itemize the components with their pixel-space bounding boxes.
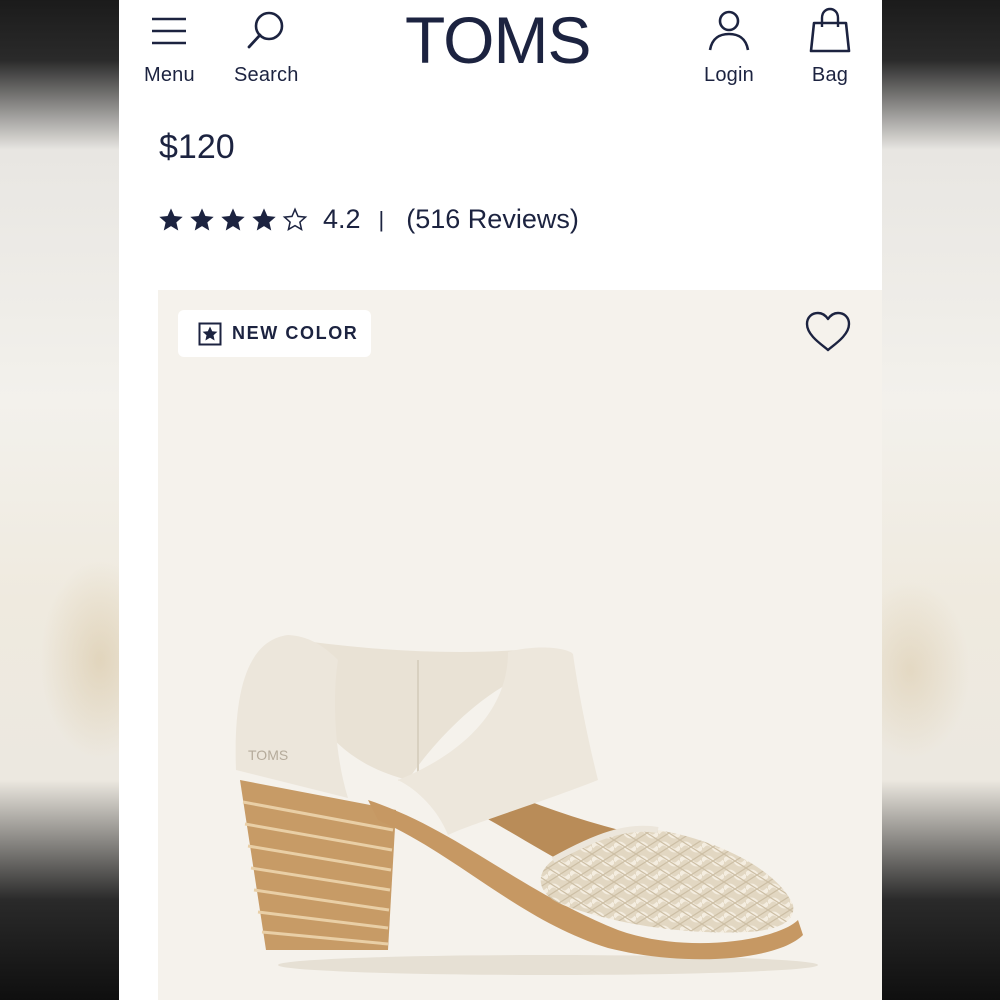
shopping-bag-icon <box>809 0 851 60</box>
product-image[interactable]: NEW COLOR TOMS <box>158 290 882 1000</box>
rating-value: 4.2 <box>323 204 361 234</box>
wishlist-heart-icon[interactable] <box>804 310 852 354</box>
user-icon <box>706 0 752 60</box>
search-label: Search <box>234 64 299 86</box>
star-badge-icon <box>198 322 222 345</box>
hamburger-menu-icon <box>149 0 189 60</box>
reviews-link[interactable]: (516 Reviews) <box>406 204 579 235</box>
product-page: Menu Search TOMS Login Bag $120 4.2 | (5… <box>119 0 882 1000</box>
bag-button[interactable]: Bag <box>809 0 851 87</box>
product-price: $120 <box>159 128 235 166</box>
star-filled-icon <box>252 207 276 230</box>
shoe-illustration: TOMS <box>235 635 818 975</box>
shoe-logo: TOMS <box>248 747 288 763</box>
star-filled-icon <box>190 207 214 230</box>
brand-logo[interactable]: TOMS <box>405 2 591 78</box>
badge-label: NEW COLOR <box>232 323 359 343</box>
star-filled-icon <box>221 207 245 230</box>
login-label: Login <box>704 64 754 86</box>
search-button[interactable]: Search <box>234 0 299 87</box>
rating-row: 4.2 | (516 Reviews) <box>157 204 579 235</box>
bag-label: Bag <box>811 64 849 86</box>
search-icon <box>244 0 288 60</box>
star-rating <box>157 206 309 234</box>
new-color-badge: NEW COLOR <box>178 310 371 357</box>
login-button[interactable]: Login <box>704 0 754 87</box>
menu-label: Menu <box>144 64 195 86</box>
star-filled-icon <box>159 207 183 230</box>
rating-separator: | <box>378 206 385 232</box>
star-outline-icon <box>282 206 308 231</box>
menu-button[interactable]: Menu <box>144 0 195 87</box>
